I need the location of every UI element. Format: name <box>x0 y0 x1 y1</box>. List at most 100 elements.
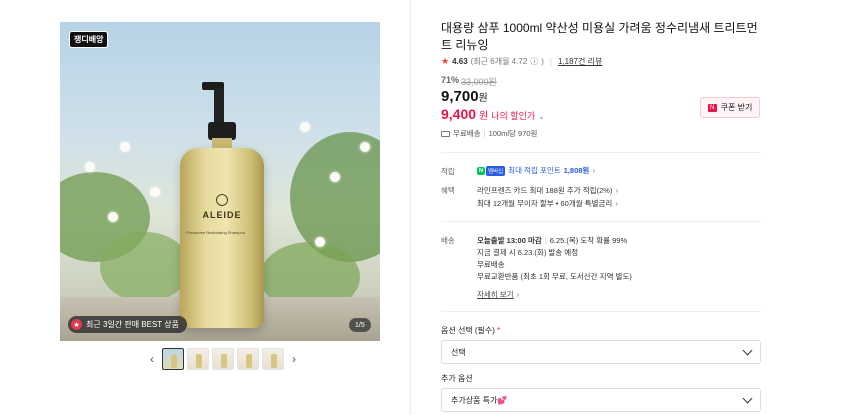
delivery-divider: | <box>544 236 547 245</box>
sale-price-unit: 원 <box>478 93 488 104</box>
sale-price: 9,700원 <box>441 88 488 105</box>
delivery-more-label: 자세히 보기 <box>477 290 514 299</box>
store-badge: 쟁디배앙 <box>69 31 109 48</box>
star-icon: ★ <box>441 56 450 66</box>
returns-row: 무료교환반품 (최초 1회 무료, 도서산간 지역 별도) <box>477 272 632 281</box>
perk-card-text: 라인프렌즈 카드 최대 188원 추가 적립(2%) <box>477 186 613 195</box>
chevron-down-icon <box>742 393 753 403</box>
brand-emblem <box>216 194 228 206</box>
thumbnail-strip: ‹ › <box>145 348 301 370</box>
rating-recent-close: ) <box>541 57 544 66</box>
membership-badge: 멤버십 <box>485 165 506 176</box>
option-select[interactable]: 선택 <box>441 340 761 364</box>
info-icon[interactable]: ⓘ <box>530 56 538 67</box>
chevron-down-icon: ⌄ <box>538 112 545 121</box>
column-divider <box>410 0 411 415</box>
thumb-prev-icon[interactable]: ‹ <box>145 352 159 366</box>
best-seller-badge: ★ 최근 3일간 판매 BEST 상품 <box>68 316 187 333</box>
foliage-decor <box>100 232 190 302</box>
trophy-icon: ★ <box>71 319 82 330</box>
thumbnail-1[interactable] <box>162 348 184 370</box>
original-price: 33,000원 <box>461 77 497 87</box>
thumbnail-5[interactable] <box>262 348 284 370</box>
perk-installment-row[interactable]: 최대 12개월 무이자 할부 • 60개월 특별금리 › <box>477 198 618 209</box>
rating-score: 4.63 <box>452 57 468 66</box>
sale-price-value: 9,700 <box>441 88 479 105</box>
flower-decor <box>108 212 118 222</box>
bottle-subtext: Provincare Restorating Shampoo <box>186 230 245 235</box>
thumb-bottle-mini <box>221 354 227 368</box>
thumb-next-icon[interactable]: › <box>287 352 301 366</box>
coupon-button[interactable]: N 쿠폰 받기 <box>700 97 760 118</box>
flower-decor <box>360 142 370 152</box>
truck-icon <box>441 130 450 137</box>
thumbnail-2[interactable] <box>187 348 209 370</box>
chevron-right-icon: › <box>592 166 595 175</box>
my-price-unit: 원 <box>479 111 489 122</box>
bottle-brand: ALEIDE <box>202 210 242 220</box>
discount-percent: 71% <box>441 75 460 85</box>
free-shipping-row: 무료배송 <box>477 260 505 269</box>
extra-option-text: 추가상품 특가 <box>451 395 498 405</box>
dispatch-row: 지금 결제 시 6.23.(화) 발송 예정 <box>477 248 579 257</box>
perks-label: 혜택 <box>441 186 455 195</box>
required-mark: * <box>497 326 501 335</box>
my-price-row[interactable]: 9,400 원 나의 할인가 ⌄ <box>441 106 545 122</box>
thumbnail-4[interactable] <box>237 348 259 370</box>
unit-price: 100ml당 970원 <box>488 129 538 138</box>
rating-recent: (최근 6개월 4.72 <box>470 57 528 66</box>
discount-row: 71% 33,000원 <box>441 75 497 88</box>
chevron-right-icon: › <box>615 186 619 195</box>
points-row[interactable]: N 멤버십 최대 적립 포인트 1,808원 › <box>477 165 595 176</box>
rating-divider: | <box>549 57 552 66</box>
extra-option-value: 추가상품 특가💕 <box>451 395 507 406</box>
section-divider <box>441 152 761 153</box>
review-count-link[interactable]: 1,187건 리뷰 <box>558 56 602 67</box>
perk-installment-text: 최대 12개월 무이자 할부 • 60개월 특별금리 <box>477 199 613 208</box>
thumb-bottle-mini <box>271 354 277 368</box>
option-select-label: 옵션 선택 (필수) * <box>441 325 500 336</box>
flower-decor <box>150 187 160 197</box>
shipping-divider: | <box>483 129 486 138</box>
points-text: 최대 적립 포인트 <box>508 166 561 175</box>
today-shipping: 오늘출발 13:00 마감 <box>477 236 542 245</box>
flower-decor <box>315 237 325 247</box>
coupon-button-label: 쿠폰 받기 <box>720 103 753 112</box>
arrival-estimate: 6.25.(목) 도착 확률 99% <box>549 236 628 245</box>
coupon-icon: N <box>707 103 717 112</box>
section-divider <box>441 311 761 312</box>
flower-decor <box>120 142 130 152</box>
thumbnail-3[interactable] <box>212 348 234 370</box>
option-select-value: 선택 <box>451 347 466 357</box>
my-price-value: 9,400 <box>441 106 477 122</box>
flower-decor <box>85 162 95 172</box>
chevron-right-icon: › <box>516 290 520 299</box>
thumb-bottle-mini <box>171 354 177 368</box>
delivery-more-link[interactable]: 자세히 보기 › <box>477 289 519 300</box>
extra-option-label: 추가 옵션 <box>441 374 473 383</box>
my-price-label: 나의 할인가 <box>491 111 536 121</box>
chevron-right-icon: › <box>615 199 618 208</box>
points-value: 1,808원 <box>563 166 590 175</box>
perk-card-row[interactable]: 라인프렌즈 카드 최대 188원 추가 적립(2%) › <box>477 185 618 196</box>
extra-option-select[interactable]: 추가상품 특가💕 <box>441 388 761 412</box>
option-select-text: 옵션 선택 (필수) <box>441 326 495 335</box>
thumb-bottle-mini <box>246 354 252 368</box>
best-seller-label: 최근 3일간 판매 BEST 상품 <box>86 320 179 329</box>
delivery-today-row: 오늘출발 13:00 마감 | 6.25.(목) 도착 확률 99% <box>477 235 627 246</box>
flower-decor <box>330 172 340 182</box>
product-title: 대용량 삼푸 1000ml 약산성 미용실 가려움 정수리냄새 트리트먼트 리뉴… <box>441 21 758 52</box>
shipping-summary: 무료배송 | 100ml당 970원 <box>441 128 537 139</box>
shipping-free: 무료배송 <box>453 129 481 138</box>
image-page-indicator: 1/5 <box>349 318 371 332</box>
flower-decor <box>300 122 310 132</box>
product-main-image[interactable]: ALEIDE Provincare Restorating Shampoo <box>60 22 380 341</box>
heart-icon: 💕 <box>497 395 508 405</box>
section-divider <box>441 221 761 222</box>
delivery-label: 배송 <box>441 236 455 245</box>
chevron-down-icon <box>742 345 753 355</box>
shampoo-bottle: ALEIDE Provincare Restorating Shampoo <box>180 82 264 328</box>
thumb-bottle-mini <box>196 354 202 368</box>
npay-icon: N <box>477 166 485 175</box>
points-label: 적립 <box>441 167 455 176</box>
